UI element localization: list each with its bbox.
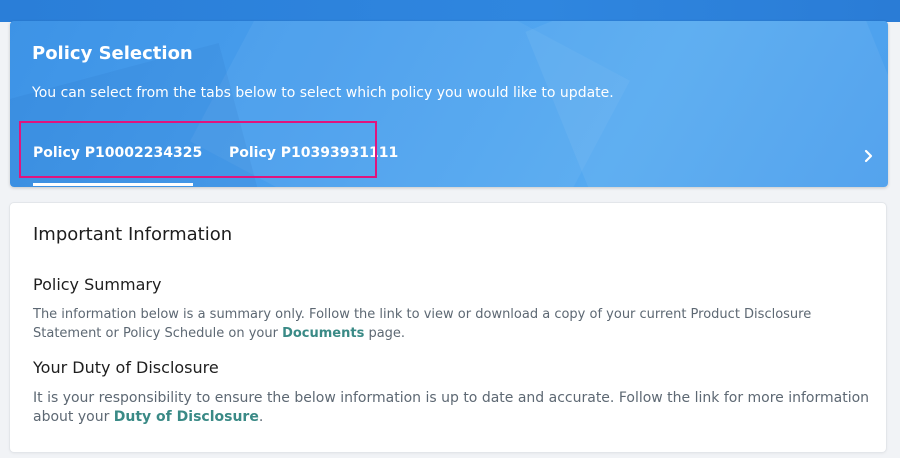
- background-facet: [10, 42, 271, 187]
- duty-of-disclosure-link[interactable]: Duty of Disclosure: [114, 409, 259, 425]
- policy-summary-heading: Policy Summary: [33, 275, 162, 294]
- tab-policy-p10002234325[interactable]: Policy P10002234325: [33, 145, 202, 161]
- tab-policy-p10393931111[interactable]: Policy P10393931111: [229, 145, 398, 161]
- active-tab-indicator: [33, 183, 193, 186]
- policy-selection-title: Policy Selection: [32, 43, 193, 64]
- documents-link[interactable]: Documents: [282, 326, 364, 341]
- background-facet: [525, 21, 888, 187]
- important-information-card: Important Information Policy Summary The…: [10, 203, 886, 452]
- chevron-right-icon[interactable]: [862, 148, 876, 163]
- duty-of-disclosure-text-after: .: [258, 409, 264, 425]
- top-header-strip: [0, 0, 900, 22]
- policy-selection-card: Policy Selection You can select from the…: [10, 21, 888, 187]
- duty-of-disclosure-text: It is your responsibility to ensure the …: [33, 389, 873, 427]
- policy-summary-text-before: The information below is a summary only.…: [33, 307, 812, 341]
- policy-summary-text: The information below is a summary only.…: [33, 305, 873, 343]
- policy-summary-text-after: page.: [364, 326, 406, 341]
- duty-of-disclosure-heading: Your Duty of Disclosure: [33, 358, 219, 377]
- background-facet: [190, 21, 630, 187]
- policy-selection-description: You can select from the tabs below to se…: [32, 85, 614, 101]
- important-information-title: Important Information: [33, 224, 233, 245]
